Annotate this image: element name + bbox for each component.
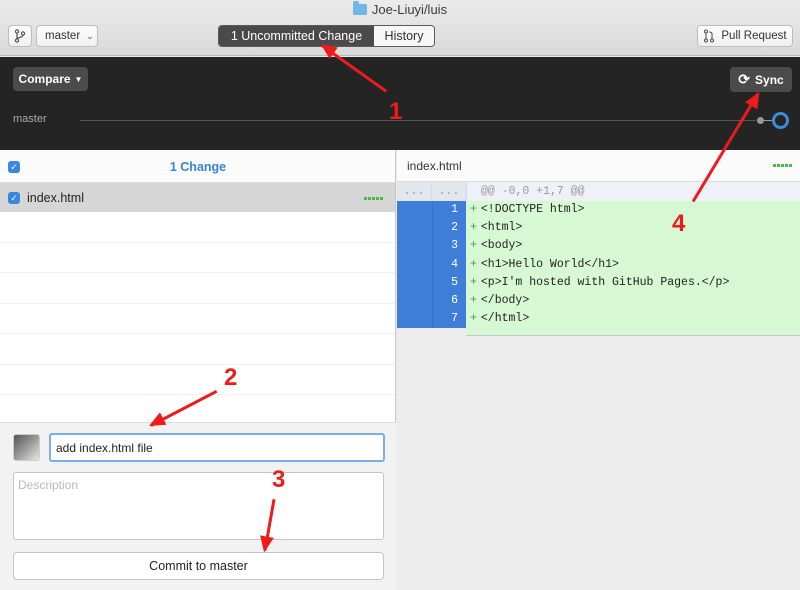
hunk-header-text: @@ -0,0 +1,7 @@ <box>481 185 585 198</box>
annotation-number-4: 4 <box>672 210 686 237</box>
new-line-number: 4 <box>432 255 466 274</box>
commit-dot[interactable] <box>757 117 764 124</box>
diff-line[interactable]: 7 + </html> <box>397 310 800 329</box>
branch-icon <box>14 29 26 43</box>
diff-code: + <html> <box>466 219 800 238</box>
sync-button[interactable]: ⟳ Sync <box>730 67 792 92</box>
uncommitted-marker[interactable] <box>772 112 789 129</box>
hunk-header: ... ... @@ -0,0 +1,7 @@ <box>397 182 800 201</box>
additions-indicator <box>773 164 792 167</box>
old-line-number <box>397 255 432 274</box>
avatar <box>13 434 40 461</box>
diff-header: index.html <box>397 150 800 182</box>
old-line-number <box>397 201 432 220</box>
empty-row <box>0 212 395 243</box>
new-line-number: 3 <box>432 237 466 256</box>
diff-line[interactable]: 3 + <body> <box>397 237 800 256</box>
old-line-number <box>397 291 432 311</box>
old-line-number <box>397 219 432 238</box>
pull-request-button[interactable]: Pull Request <box>697 25 793 47</box>
repo-name: Joe-Liuyi/luis <box>371 2 448 17</box>
diff-line[interactable]: 4 + <h1>Hello World</h1> <box>397 255 800 274</box>
diff-code: + </body> <box>466 291 800 311</box>
file-checkbox[interactable]: ✓ <box>8 192 20 204</box>
file-name: index.html <box>27 191 84 205</box>
annotation-number-3: 3 <box>272 466 286 493</box>
additions-indicator <box>364 197 383 200</box>
empty-row <box>0 365 395 395</box>
branch-select[interactable]: master ⌄ <box>36 25 98 47</box>
empty-row <box>0 243 395 273</box>
chevron-down-icon: ⌄ <box>86 30 94 41</box>
new-line-number: 5 <box>432 273 466 292</box>
sync-label: Sync <box>755 72 784 87</box>
diff-code: + </html> <box>466 310 800 329</box>
compare-button[interactable]: Compare ▼ <box>13 67 88 91</box>
branch-toggle-button[interactable] <box>8 25 32 47</box>
annotation-number-2: 2 <box>224 364 238 391</box>
pull-request-label: Pull Request <box>721 30 787 42</box>
changes-header: ✓ 1 Change <box>0 150 395 183</box>
tab-uncommitted-changes[interactable]: 1 Uncommitted Change <box>219 26 374 46</box>
compare-label: Compare <box>18 72 71 86</box>
empty-row <box>0 304 395 334</box>
commit-description-input[interactable] <box>13 472 384 540</box>
diff-panel: index.html ... ... @@ -0,0 +1,7 @@ 1 + <!D… <box>397 150 800 590</box>
hunk-new-ln: ... <box>432 182 467 201</box>
old-line-number <box>397 310 432 329</box>
window-title: Joe-Liuyi/luis <box>0 1 800 17</box>
diff-code: + <p>I'm hosted with GitHub Pages.</p> <box>466 273 800 292</box>
diff-code: + <body> <box>466 237 800 256</box>
diff-code: + <!DOCTYPE html> <box>466 201 800 220</box>
new-line-number: 6 <box>432 291 466 311</box>
toolbar: Joe-Liuyi/luis master ⌄ 1 Uncommitted Ch… <box>0 0 800 56</box>
commit-summary-input[interactable] <box>49 433 385 462</box>
diff-line[interactable]: 2 + <html> <box>397 219 800 238</box>
commit-form: Commit to master <box>0 422 396 590</box>
diff-file-name: index.html <box>407 159 462 173</box>
new-line-number: 1 <box>432 201 466 220</box>
pull-request-icon <box>704 29 715 43</box>
folder-icon <box>352 1 367 15</box>
sync-icon: ⟳ <box>738 71 751 87</box>
hunk-old-ln: ... <box>397 182 432 201</box>
diff-code: + <h1>Hello World</h1> <box>466 255 800 274</box>
changes-count: 1 Change <box>169 160 227 174</box>
old-line-number <box>397 237 432 256</box>
empty-row <box>0 273 395 304</box>
tab-history[interactable]: History <box>374 26 434 46</box>
old-line-number <box>397 273 432 292</box>
diff-line[interactable]: 5 + <p>I'm hosted with GitHub Pages.</p> <box>397 273 800 292</box>
annotation-number-1: 1 <box>389 98 403 125</box>
diff-end <box>466 328 800 337</box>
file-list-item[interactable]: ✓ index.html <box>0 183 395 212</box>
timeline-line <box>80 120 756 121</box>
commit-button[interactable]: Commit to master <box>13 552 384 580</box>
diff-line[interactable]: 1 + <!DOCTYPE html> <box>397 201 800 220</box>
new-line-number: 7 <box>432 310 466 329</box>
changes-panel: ✓ 1 Change ✓ index.html Commit to master <box>0 150 396 590</box>
diff-line[interactable]: 6 + </body> <box>397 291 800 311</box>
empty-row <box>0 334 395 365</box>
timeline-branch-label: master <box>13 113 47 125</box>
caret-down-icon: ▼ <box>74 74 83 84</box>
branch-select-label: master <box>45 30 81 42</box>
new-line-number: 2 <box>432 219 466 238</box>
